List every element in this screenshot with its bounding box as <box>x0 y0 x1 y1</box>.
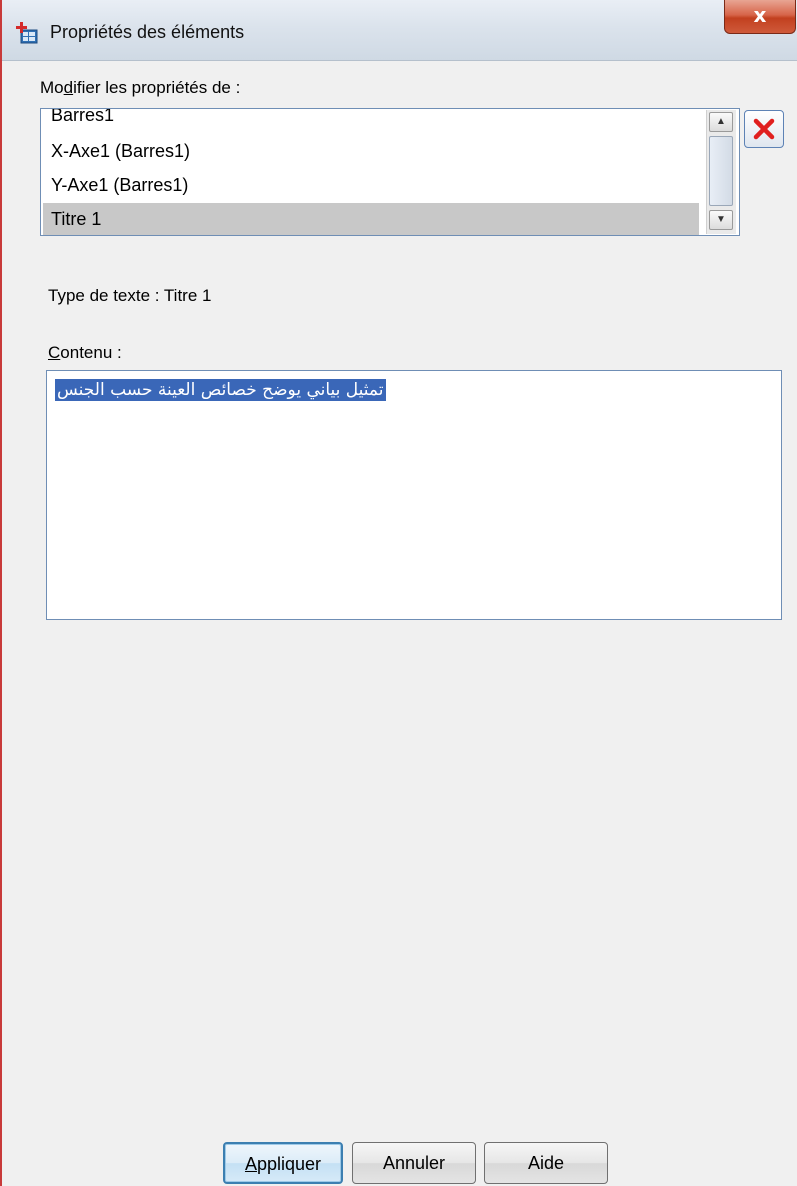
content-label: Contenu : <box>48 343 122 362</box>
app-icon <box>16 22 38 44</box>
content-text-value: تمثيل بياني يوضح خصائص العينة حسب الجنس <box>55 379 386 401</box>
list-item-y-axis[interactable]: Y-Axe1 (Barres1) <box>43 169 699 201</box>
window-title: Propriétés des éléments <box>50 22 245 42</box>
content-textarea[interactable]: تمثيل بياني يوضح خصائص العينة حسب الجنس <box>46 370 782 620</box>
text-type-label: Type de texte : Titre 1 <box>48 286 212 305</box>
scroll-down-arrow-icon[interactable]: ▼ <box>709 210 733 230</box>
list-item-titre1[interactable]: Titre 1 <box>43 203 699 235</box>
properties-dialog: Propriétés des éléments x Modifier les p… <box>0 0 797 1186</box>
help-button[interactable]: Aide <box>484 1142 608 1184</box>
listbox-scrollbar[interactable]: ▲ ▼ <box>706 110 736 234</box>
close-icon: x <box>753 3 767 27</box>
elements-listbox[interactable]: Barres1 X-Axe1 (Barres1) Y-Axe1 (Barres1… <box>40 108 740 236</box>
apply-button[interactable]: Appliquer <box>223 1142 343 1184</box>
list-item-barres1[interactable]: Barres1 <box>43 109 699 131</box>
close-button[interactable]: x <box>724 0 796 34</box>
cancel-button[interactable]: Annuler <box>352 1142 476 1184</box>
scroll-thumb[interactable] <box>709 136 733 206</box>
scroll-up-arrow-icon[interactable]: ▲ <box>709 112 733 132</box>
red-x-icon <box>753 118 775 140</box>
modify-properties-label: Modifier les propriétés de : <box>40 78 241 97</box>
title-bar[interactable]: Propriétés des éléments x <box>2 0 797 61</box>
list-item-x-axis[interactable]: X-Axe1 (Barres1) <box>43 135 699 167</box>
delete-element-button[interactable] <box>744 110 784 148</box>
